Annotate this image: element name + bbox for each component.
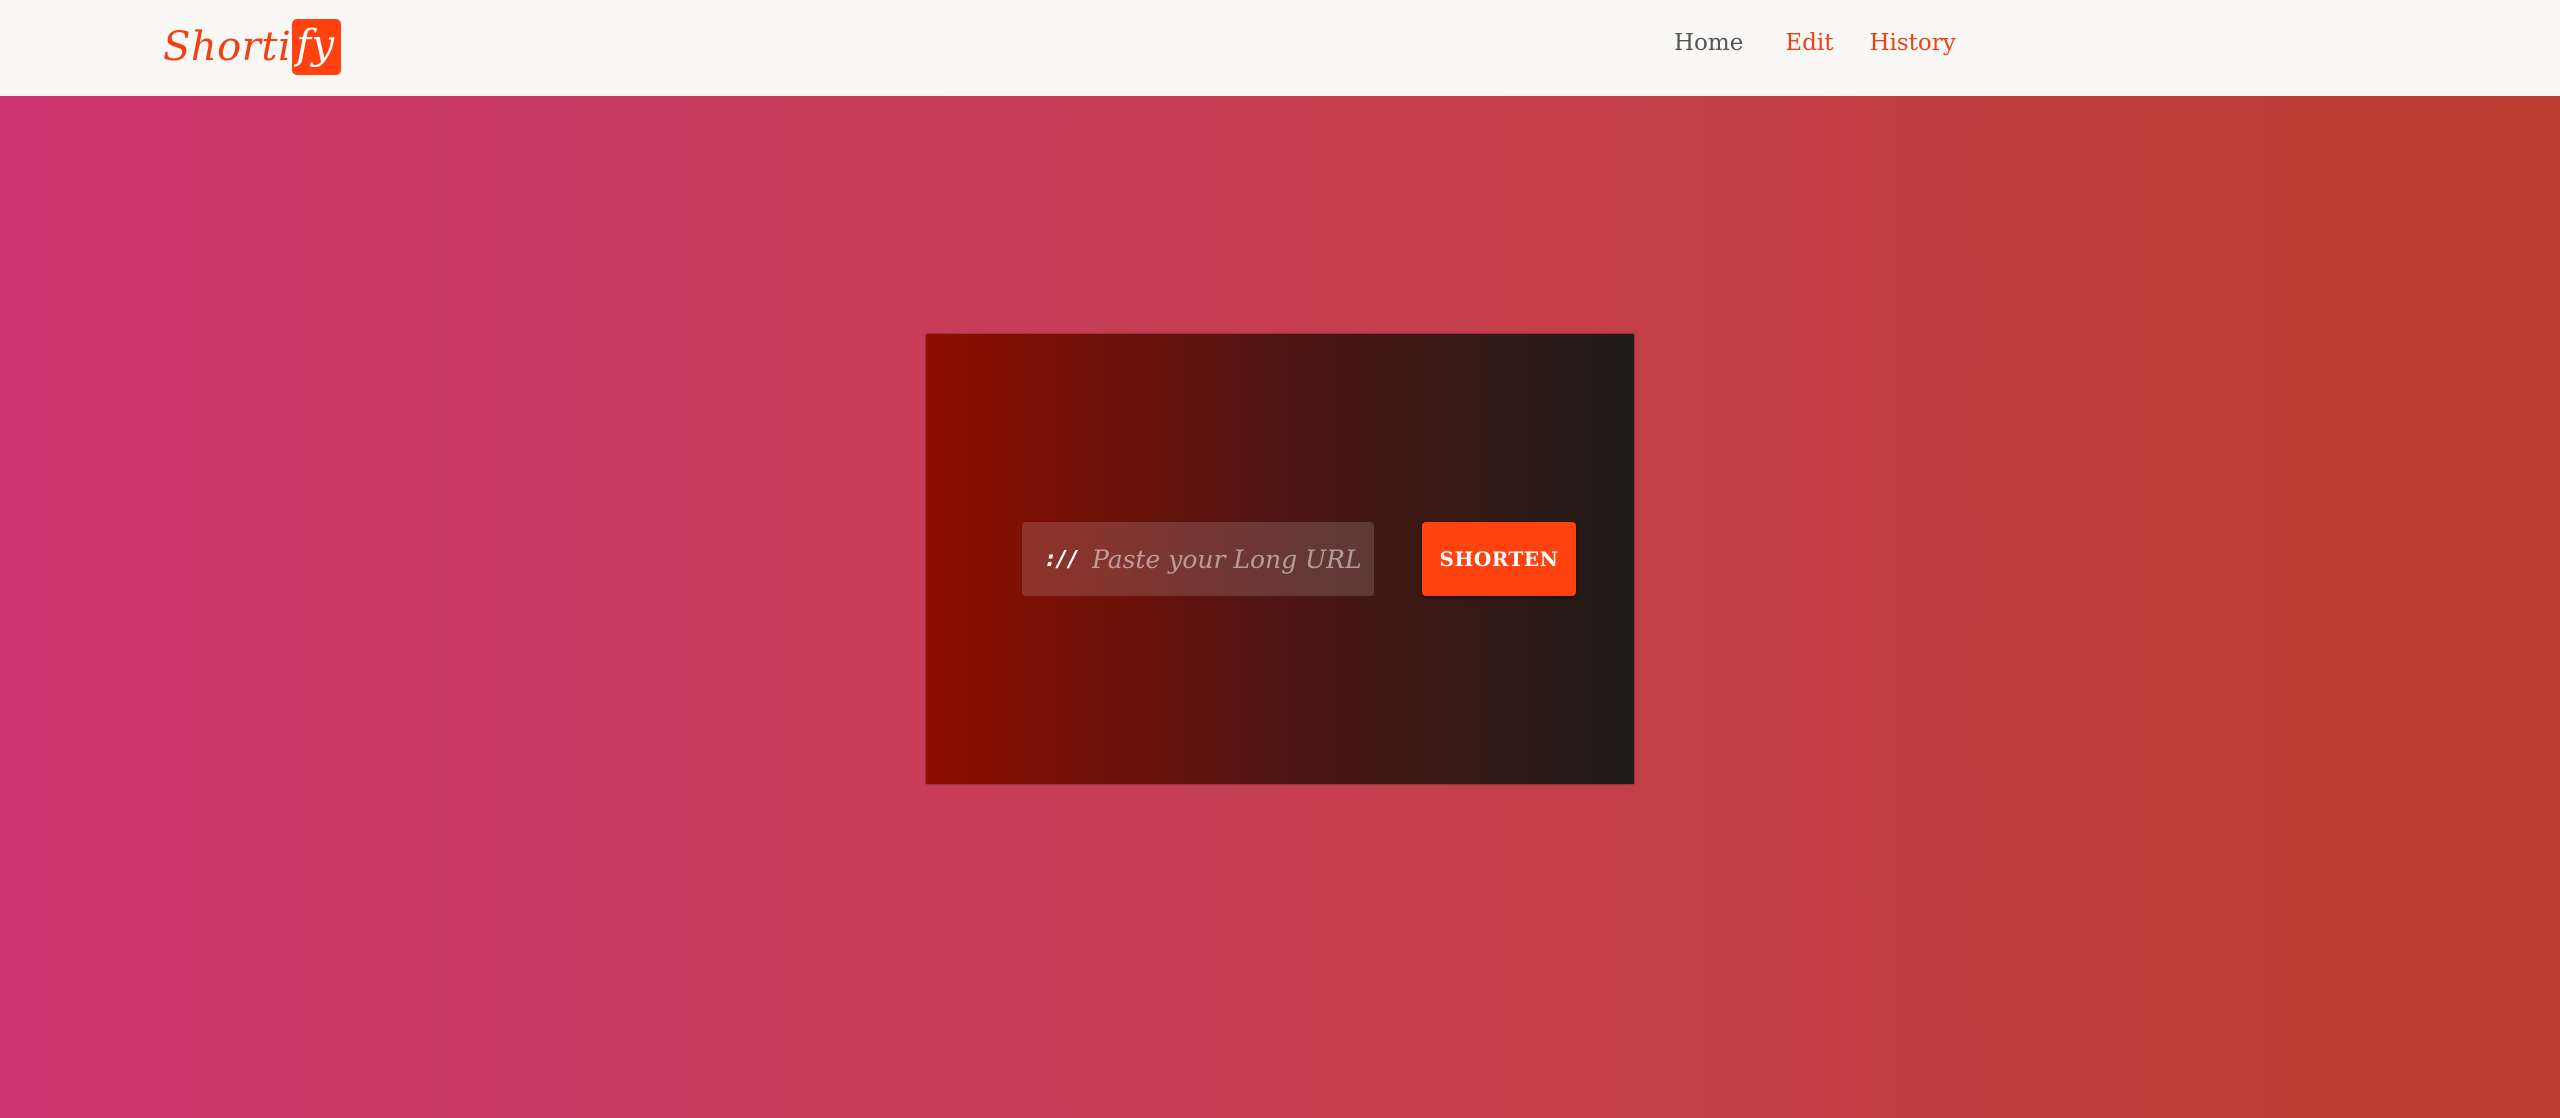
url-input[interactable]	[1092, 544, 1362, 574]
brand-name-suffix: fy	[292, 19, 341, 75]
shorten-button[interactable]: SHORTEN	[1422, 522, 1576, 596]
shorten-card: :// SHORTEN	[926, 334, 1634, 784]
link-icon: ://	[1044, 546, 1080, 572]
navbar: Shorti fy Home Edit History	[0, 0, 2560, 96]
nav-link-edit[interactable]: Edit	[1785, 30, 1833, 56]
brand-name-prefix: Shorti	[163, 24, 292, 70]
nav-links: Home Edit History	[1674, 30, 1956, 56]
nav-link-home[interactable]: Home	[1674, 30, 1743, 56]
brand-logo[interactable]: Shorti fy	[163, 18, 341, 76]
url-input-group[interactable]: ://	[1022, 522, 1374, 596]
nav-link-history[interactable]: History	[1869, 30, 1955, 56]
